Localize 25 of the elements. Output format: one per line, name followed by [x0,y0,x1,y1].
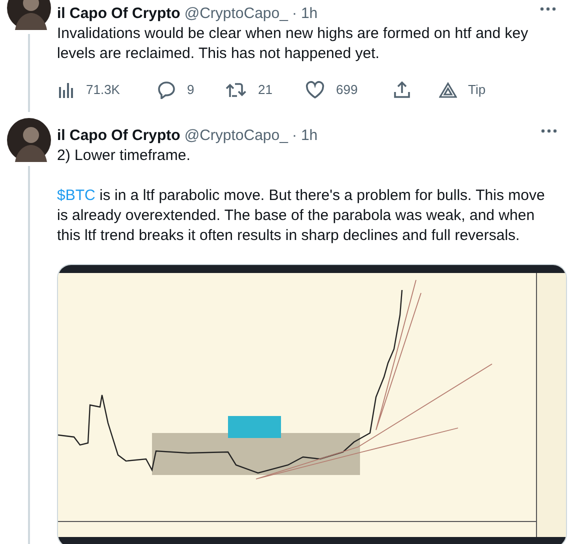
user-handle[interactable]: @CryptoCapo_ [184,126,288,146]
tweet-text: Invalidations would be clear when new highs are formed on htf and key levels are reclaimed. This has not happened yet. [57,24,530,64]
separator-dot: · [292,4,297,24]
avatar[interactable] [7,118,51,162]
share-icon [393,80,411,99]
author-name[interactable]: il Capo Of Crypto [57,126,180,146]
more-icon[interactable] [540,7,556,11]
reply-button[interactable]: 9 [157,80,225,100]
retweet-button[interactable]: 21 [225,80,305,100]
timestamp[interactable]: 1h [300,4,318,24]
tip-button[interactable]: Tip [439,80,509,100]
like-button[interactable]: 699 [305,80,393,100]
user-handle[interactable]: @CryptoCapo_ [184,4,288,24]
tweet-text: 2) Lower timeframe. [57,146,192,166]
tweet-text: $BTC is in a ltf parabolic move. But there's a problem for bulls. This move is already overextended. The base of the parabola was weak, and when this ltf trend breaks it often results in sharp declines and full reversals. [57,186,546,246]
timestamp[interactable]: 1h [300,126,318,146]
author-name[interactable]: il Capo Of Crypto [57,4,180,24]
speech-bubble-icon [157,80,176,99]
views-button[interactable]: 71.3K [57,80,157,100]
heart-icon [305,80,325,99]
more-icon[interactable] [541,128,557,132]
separator-dot: · [292,126,297,146]
triangle-icon [439,82,457,98]
retweet-icon [225,80,247,99]
bar-chart-icon [57,80,75,99]
